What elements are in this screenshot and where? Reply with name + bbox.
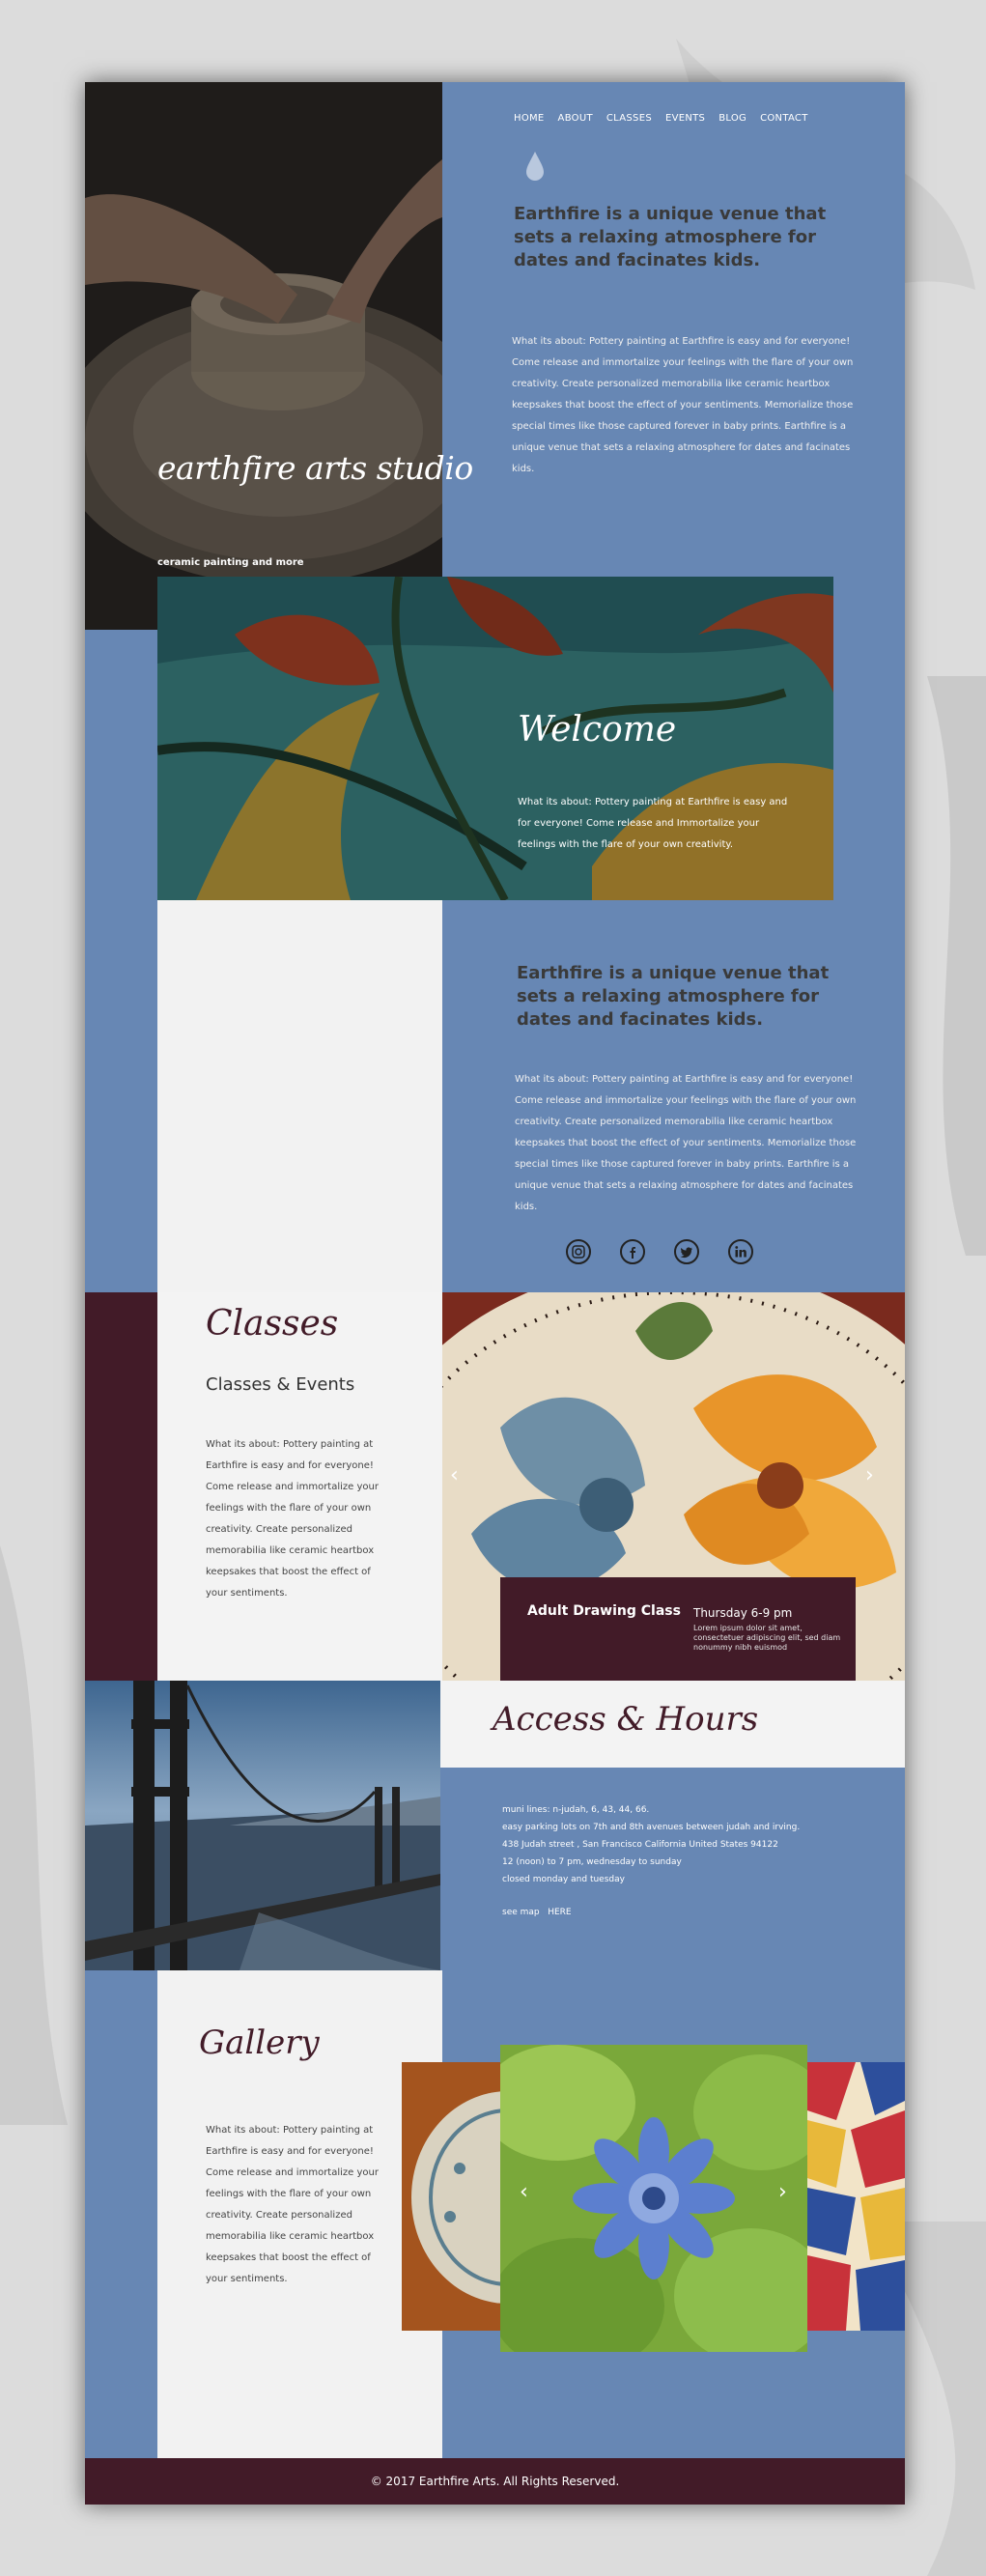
classes-subheading: Classes & Events — [206, 1374, 355, 1395]
access-line-parking: easy parking lots on 7th and 8th avenues… — [502, 1823, 801, 1832]
gallery-next-arrow[interactable]: › — [778, 2180, 787, 2204]
nav-classes[interactable]: CLASSES — [606, 113, 652, 124]
gallery-plate-thumbnail[interactable] — [402, 2062, 500, 2331]
golden-gate-bridge-image — [85, 1681, 440, 1970]
intro-body-text: What its about: Pottery painting at Eart… — [512, 336, 854, 474]
access-line-closed: closed monday and tuesday — [502, 1875, 625, 1884]
instagram-icon[interactable] — [566, 1239, 591, 1264]
classes-accent-bar — [85, 1292, 157, 1682]
access-heading: Access & Hours — [493, 1700, 759, 1739]
twitter-icon[interactable] — [674, 1239, 699, 1264]
facebook-icon[interactable] — [620, 1239, 645, 1264]
classes-next-arrow[interactable]: › — [865, 1463, 874, 1487]
copyright-text: © 2017 Earthfire Arts. All Rights Reserv… — [370, 2475, 620, 2488]
nav-events[interactable]: EVENTS — [665, 113, 705, 124]
gallery-prev-arrow[interactable]: ‹ — [520, 2180, 528, 2204]
event-card[interactable]: Adult Drawing Class Thursday 6-9 pm Lore… — [500, 1577, 856, 1682]
gallery-body-text: What its about: Pottery painting at Eart… — [206, 2125, 379, 2284]
gallery-flower-image[interactable] — [500, 2045, 807, 2352]
welcome-body-text: What its about: Pottery painting at Eart… — [518, 797, 788, 850]
about-lead-text: Earthfire is a unique venue that sets a … — [517, 963, 830, 1030]
access-line-transit: muni lines: n-judah, 6, 43, 44, 66. — [502, 1805, 650, 1815]
nav-about[interactable]: ABOUT — [558, 113, 593, 124]
access-line-hours: 12 (noon) to 7 pm, wednesday to sunday — [502, 1857, 682, 1867]
gallery-mosaic-thumbnail[interactable] — [807, 2062, 905, 2331]
flame-drop-icon — [526, 152, 544, 181]
linkedin-icon[interactable] — [728, 1239, 753, 1264]
classes-body-text: What its about: Pottery painting at Eart… — [206, 1439, 379, 1599]
gallery-heading: Gallery — [199, 2024, 320, 2062]
main-nav: HOME ABOUT CLASSES EVENTS BLOG CONTACT — [514, 113, 808, 124]
map-link[interactable]: HERE — [548, 1908, 571, 1917]
site-page: earthfire arts studio ceramic painting a… — [85, 82, 905, 2505]
access-line-address: 438 Judah street , San Francisco Califor… — [502, 1840, 778, 1850]
see-map-label: see map — [502, 1908, 540, 1917]
event-time: Thursday 6-9 pm — [693, 1606, 793, 1620]
event-description: Lorem ipsum dolor sit amet, consectetuer… — [693, 1624, 841, 1652]
event-name: Adult Drawing Class — [527, 1603, 681, 1619]
hero-pottery-wheel-image — [85, 82, 442, 630]
nav-contact[interactable]: CONTACT — [760, 113, 808, 124]
intro-lead-text: Earthfire is a unique venue that sets a … — [514, 204, 827, 270]
nav-blog[interactable]: BLOG — [718, 113, 747, 124]
social-links — [566, 1239, 753, 1264]
classes-heading: Classes — [206, 1304, 339, 1344]
footer: © 2017 Earthfire Arts. All Rights Reserv… — [85, 2458, 905, 2505]
classes-prev-arrow[interactable]: ‹ — [450, 1463, 459, 1487]
brand-logo-text: earthfire arts studio — [157, 449, 473, 487]
access-info: muni lines: n-judah, 6, 43, 44, 66. easy… — [502, 1801, 800, 1888]
nav-home[interactable]: HOME — [514, 113, 545, 124]
hero-tagline: ceramic painting and more — [157, 557, 304, 568]
access-map: see map HERE — [502, 1908, 572, 1917]
about-body-text: What its about: Pottery painting at Eart… — [515, 1074, 857, 1212]
welcome-heading: Welcome — [518, 710, 677, 750]
